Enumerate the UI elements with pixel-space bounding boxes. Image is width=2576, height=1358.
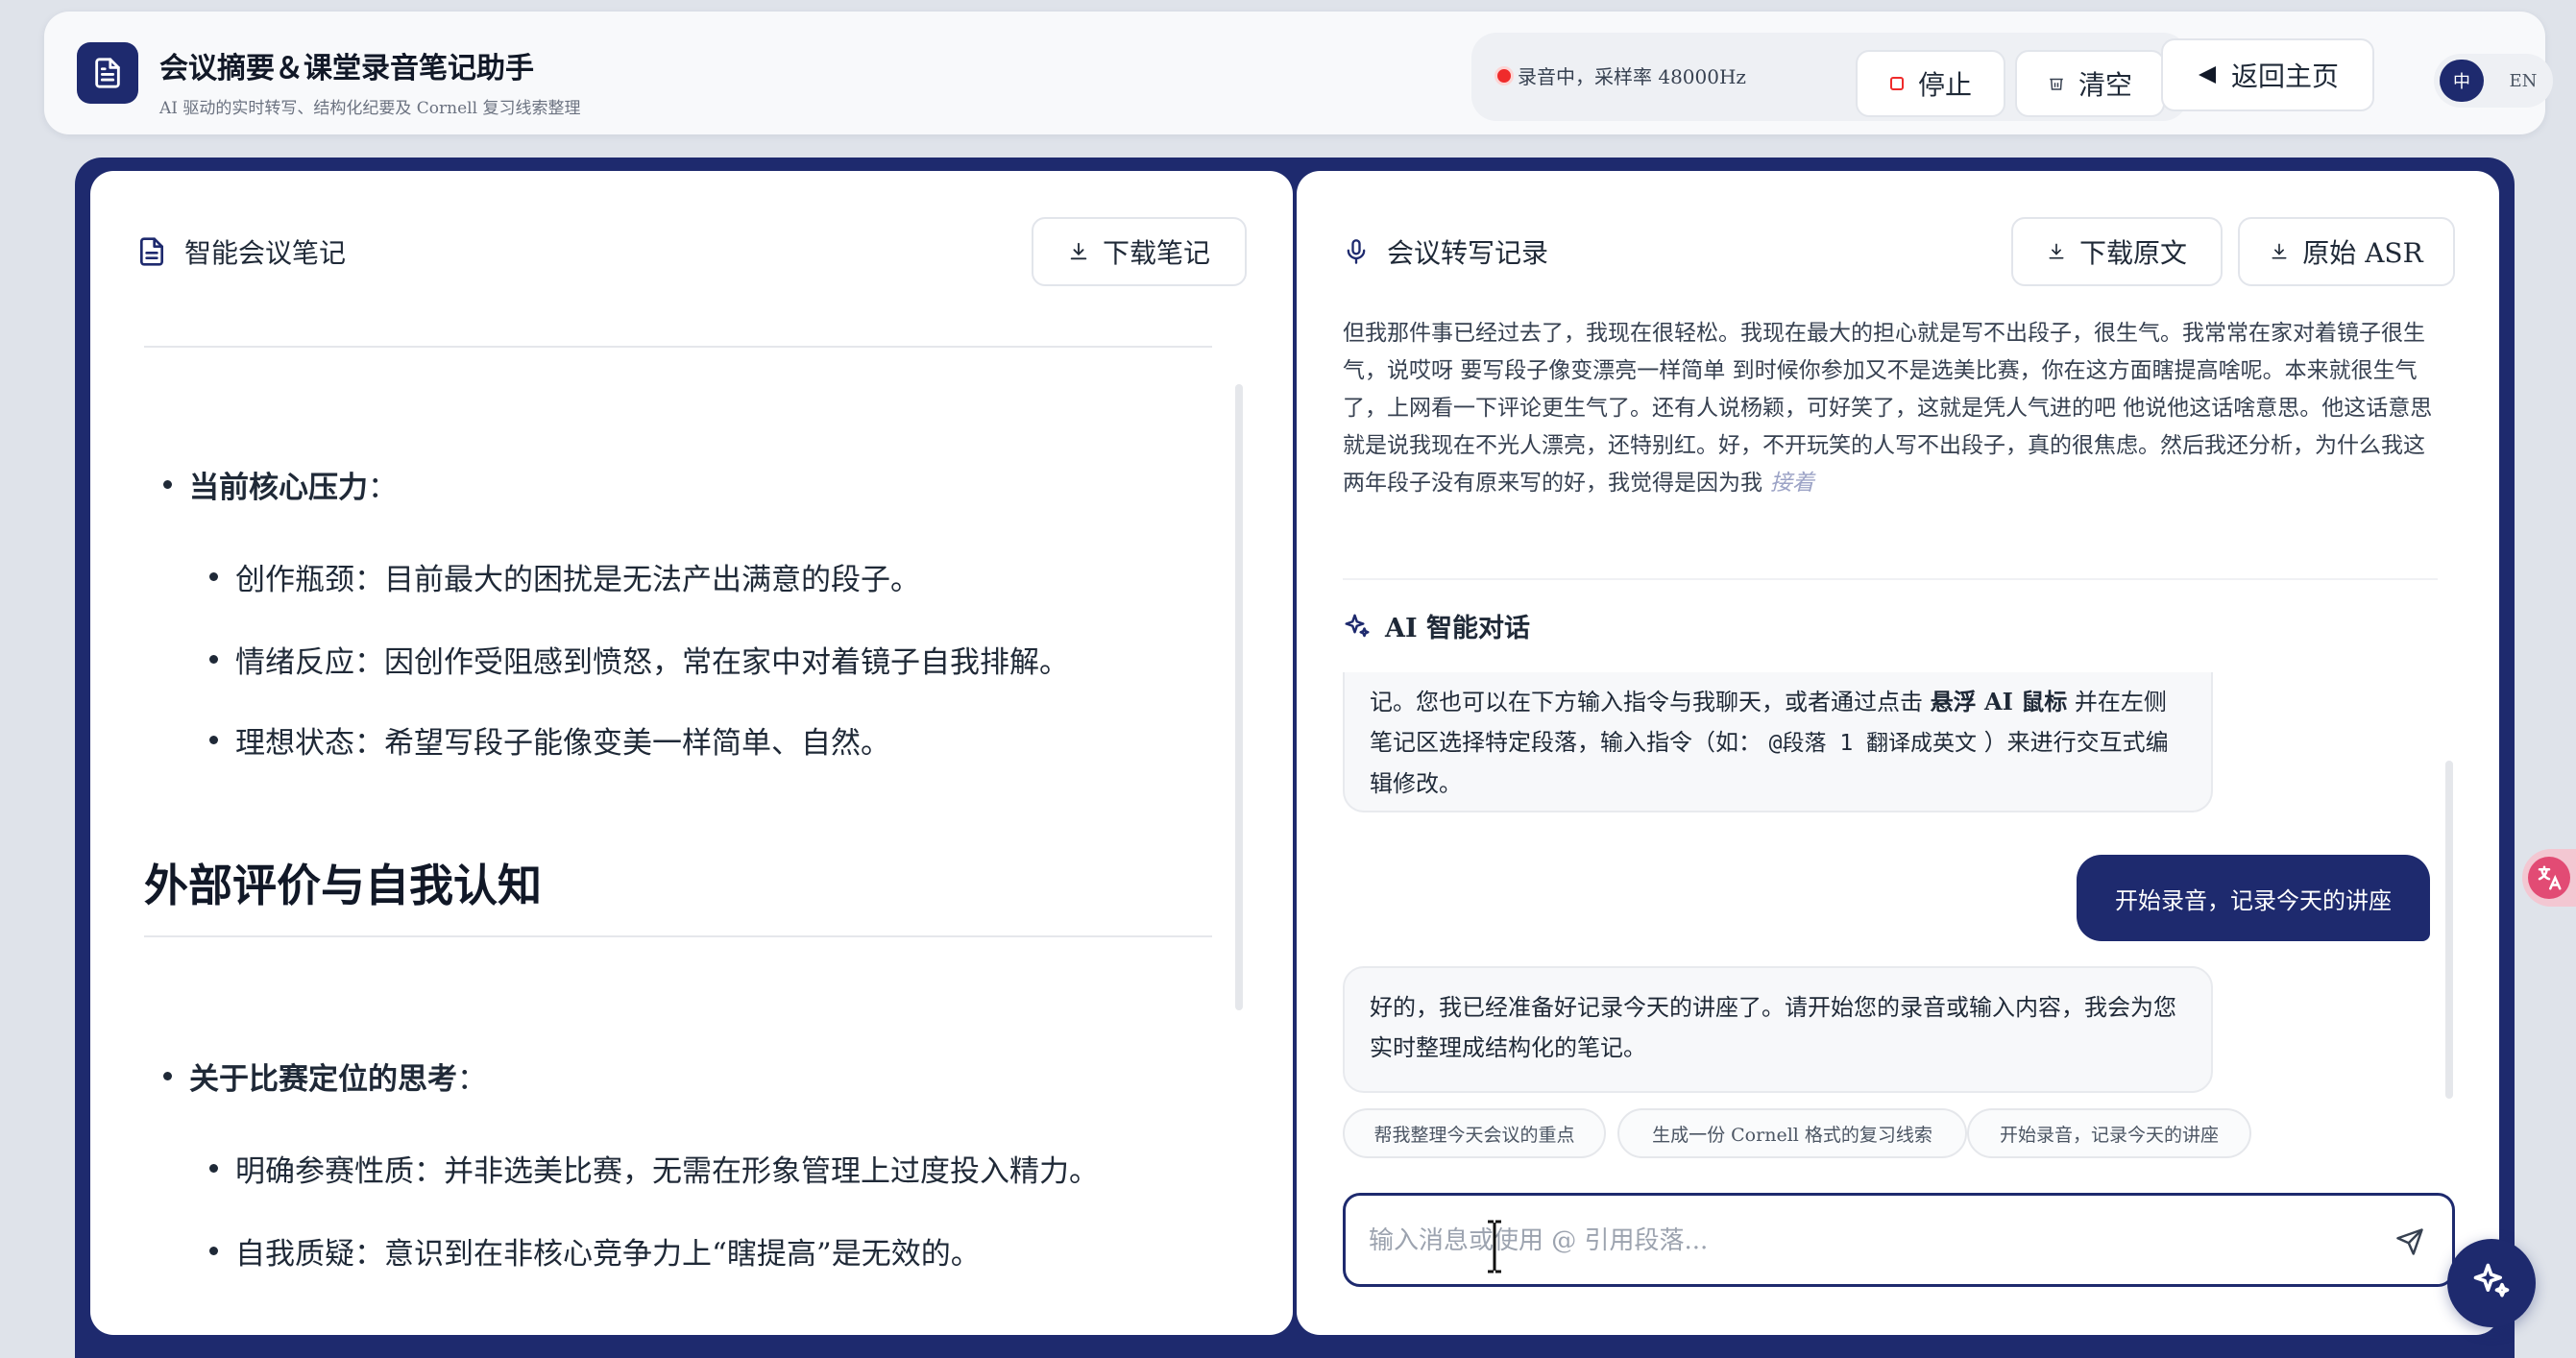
note-text: 明确参赛性质：并非选美比赛，无需在形象管理上过度投入精力。 (235, 1154, 1099, 1189)
chat-title-text: AI 智能对话 (1385, 614, 1530, 643)
lang-zh-option[interactable]: 中 (2440, 60, 2484, 102)
back-triangle-icon (2197, 64, 2218, 85)
suggestion-chip[interactable]: 帮我整理今天会议的重点 (1343, 1108, 1606, 1158)
chat-title: AI 智能对话 (1343, 607, 1530, 644)
ai-message-code: @段落 1 翻译成英文 (1768, 731, 1978, 756)
notes-title-text: 智能会议笔记 (184, 237, 347, 269)
ai-message-bold: 悬浮 AI 鼠标 (1930, 688, 2068, 715)
bullet (209, 1164, 218, 1173)
note-text: 创作瓶颈：目前最大的困扰是无法产出满意的段子。 (235, 563, 920, 597)
notes-scrollbar[interactable] (1235, 384, 1243, 1010)
language-toggle: 中 EN (2434, 54, 2553, 108)
note-heading: 关于比赛定位的思考 ： (163, 1055, 487, 1098)
note-heading-colon: ： (368, 471, 398, 505)
user-message: 开始录音，记录今天的讲座 (2077, 855, 2430, 941)
floating-ai-button[interactable] (2447, 1239, 2536, 1327)
note-item: 创作瓶颈：目前最大的困扰是无法产出满意的段子。 (209, 555, 920, 598)
top-header: 会议摘要＆课堂录音笔记助手 AI 驱动的实时转写、结构化纪要及 Cornell … (44, 12, 2553, 134)
download-notes-label: 下载笔记 (1102, 237, 1210, 269)
trash-icon (2048, 75, 2065, 92)
download-transcript-label: 下载原文 (2078, 237, 2187, 269)
bullet (209, 655, 218, 664)
stop-icon (1889, 76, 1905, 91)
transcript-more-link[interactable]: 接着 (1770, 471, 1814, 496)
chat-scrollbar[interactable] (2445, 761, 2453, 1099)
note-text: 情绪反应：因创作受阻感到愤怒，常在家中对着镜子自我排解。 (235, 645, 1069, 680)
transcript-title-text: 会议转写记录 (1387, 237, 1549, 269)
bullet (163, 480, 172, 489)
notes-divider (144, 346, 1212, 348)
bullet (209, 736, 218, 744)
note-item: 情绪反应：因创作受阻感到愤怒，常在家中对着镜子自我排解。 (209, 638, 1069, 681)
lang-en-option[interactable]: EN (2501, 60, 2545, 102)
transcript-panel-title: 会议转写记录 (1343, 232, 1548, 271)
chat-input[interactable] (1369, 1215, 2329, 1267)
notes-panel-title: 智能会议笔记 (136, 232, 346, 271)
transcript-text: 但我那件事已经过去了，我现在很轻松。我现在最大的担心就是写不出段子，很生气。我常… (1343, 315, 2438, 502)
note-text: 自我质疑：意识到在非核心竞争力上“瞎提高”是无效的。 (235, 1237, 981, 1272)
text-cursor-icon (1488, 1220, 1501, 1273)
send-icon[interactable] (2391, 1223, 2429, 1261)
transcript-panel: 会议转写记录 下载原文 原始 ASR 但我那件事已经过去了，我现在很轻松。我现在… (1297, 171, 2499, 1335)
ai-message: 好的，我已经准备好记录今天的讲座了。请开始您的录音或输入内容，我会为您实时整理成… (1343, 966, 2213, 1093)
download-transcript-button[interactable]: 下载原文 (2011, 217, 2223, 286)
note-heading-text: 当前核心压力 (189, 471, 368, 505)
download-icon (1068, 241, 1089, 262)
transcript-divider (1343, 578, 2438, 580)
sparkle-icon (1343, 612, 1372, 641)
ai-message-text: 记。您也可以在下方输入指令与我聊天，或者通过点击 (1370, 689, 1923, 715)
note-heading: 当前核心压力 ： (163, 463, 398, 506)
notes-panel: 智能会议笔记 下载笔记 当前核心压力 ： 创作瓶颈：目前最大的困扰是无法产出满意… (90, 171, 1293, 1335)
stop-button[interactable]: 停止 (1856, 50, 2005, 117)
section-divider (144, 935, 1212, 937)
ai-message: 记。您也可以在下方输入指令与我聊天，或者通过点击 悬浮 AI 鼠标 并在左侧笔记… (1343, 672, 2213, 812)
bullet (163, 1072, 172, 1080)
raw-asr-label: 原始 ASR (2302, 237, 2423, 269)
download-notes-button[interactable]: 下载笔记 (1032, 217, 1247, 286)
microphone-icon (1343, 237, 1370, 266)
note-item: 理想状态：希望写段子能像变美一样简单、自然。 (209, 718, 890, 762)
recording-status-text: 录音中，采样率 48000Hz (1518, 65, 1746, 88)
note-item: 明确参赛性质：并非选美比赛，无需在形象管理上过度投入精力。 (209, 1147, 1099, 1190)
clear-label: 清空 (2078, 69, 2132, 101)
clear-button[interactable]: 清空 (2015, 50, 2165, 117)
ai-message-text: 好的，我已经准备好记录今天的讲座了。请开始您的录音或输入内容，我会为您实时整理成… (1370, 994, 2176, 1061)
recording-controls: 录音中，采样率 48000Hz 停止 清空 (1471, 33, 2188, 121)
suggestion-chip[interactable]: 生成一份 Cornell 格式的复习线索 (1617, 1108, 1967, 1158)
translate-button[interactable] (2522, 849, 2576, 907)
note-heading-text: 关于比赛定位的思考 (189, 1062, 457, 1097)
document-icon (77, 42, 138, 104)
note-text: 理想状态：希望写段子能像变美一样简单、自然。 (235, 726, 890, 761)
bullet (209, 1247, 218, 1255)
recording-status: 录音中，采样率 48000Hz (1495, 61, 1746, 89)
recording-dot-icon (1495, 65, 1514, 85)
note-item: 自我质疑：意识到在非核心竞争力上“瞎提高”是无效的。 (209, 1229, 981, 1273)
bullet (209, 572, 218, 581)
download-icon (2047, 242, 2066, 261)
chat-input-box (1343, 1193, 2455, 1287)
back-home-label: 返回主页 (2230, 61, 2339, 92)
back-home-button[interactable]: 返回主页 (2161, 38, 2374, 111)
transcript-body: 但我那件事已经过去了，我现在很轻松。我现在最大的担心就是写不出段子，很生气。我常… (1343, 321, 2433, 496)
sparkle-icon (2470, 1260, 2513, 1306)
download-icon (2270, 242, 2289, 261)
stop-label: 停止 (1917, 69, 1972, 101)
app-subtitle: AI 驱动的实时转写、结构化纪要及 Cornell 复习线索整理 (159, 99, 581, 118)
note-heading-colon: ： (457, 1062, 487, 1097)
app-title: 会议摘要＆课堂录音笔记助手 (159, 52, 534, 85)
document-icon (136, 236, 167, 267)
raw-asr-button[interactable]: 原始 ASR (2238, 217, 2455, 286)
suggestion-chip[interactable]: 开始录音，记录今天的讲座 (1967, 1108, 2251, 1158)
section-heading: 外部评价与自我认知 (144, 860, 542, 911)
app-root: 会议摘要＆课堂录音笔记助手 AI 驱动的实时转写、结构化纪要及 Cornell … (0, 0, 2576, 1358)
translate-icon (2528, 857, 2570, 899)
